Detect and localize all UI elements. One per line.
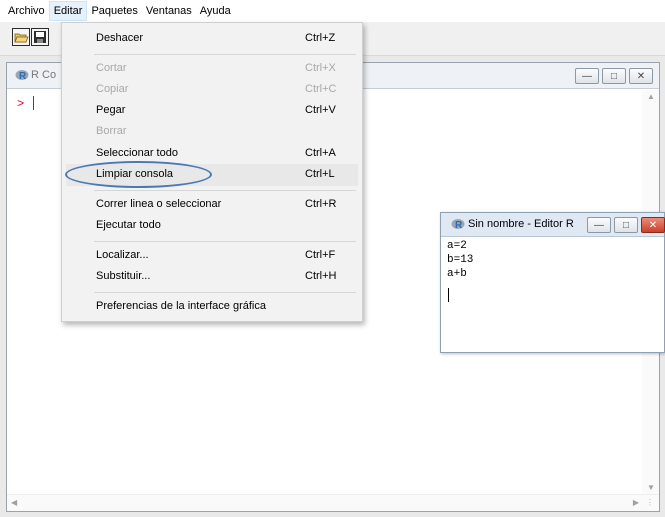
menu-item-ejecutar-todo[interactable]: Ejecutar todo [66,215,358,237]
menu-item-cortar[interactable]: Cortar Ctrl+X [66,58,358,80]
close-icon: ✕ [648,219,658,231]
console-prompt: > [17,97,25,111]
save-disk-icon [34,31,46,43]
code-line: b=13 [447,254,474,266]
menu-separator [94,190,356,191]
menu-separator [94,54,356,55]
minimize-button[interactable]: — [587,217,611,233]
menu-ayuda[interactable]: Ayuda [196,1,235,21]
close-icon: ✕ [636,70,646,82]
close-button[interactable]: ✕ [641,217,665,233]
menu-item-deshacer[interactable]: Deshacer Ctrl+Z [66,28,358,50]
console-title: R Co [31,69,57,81]
open-folder-icon [14,33,29,43]
resize-grip-icon[interactable]: ⋮ [646,498,656,508]
maximize-icon: □ [622,219,630,231]
highlight-ellipse [65,161,212,188]
code-line: a+b [447,268,467,280]
editor-caret [448,288,449,302]
console-window-controls: — □ ✕ [575,68,653,84]
menu-item-borrar[interactable]: Borrar [66,121,358,143]
close-button[interactable]: ✕ [629,68,653,84]
scroll-down-arrow-icon[interactable]: ▼ [647,483,655,492]
menu-archivo[interactable]: Archivo [4,1,49,21]
scroll-right-arrow-icon[interactable]: ▶ [633,498,639,507]
code-line: a=2 [447,240,467,252]
svg-text:R: R [19,71,27,81]
svg-text:R: R [455,220,463,230]
horizontal-scrollbar[interactable]: ◀ ▶ ⋮ [7,494,659,511]
menu-item-copiar[interactable]: Copiar Ctrl+C [66,79,358,101]
r-logo-icon: R [451,219,465,230]
minimize-icon: — [594,219,604,231]
maximize-button[interactable]: □ [614,217,638,233]
menu-editar[interactable]: Editar [48,1,88,21]
editor-title: Sin nombre - Editor R [468,218,574,230]
r-logo-icon: R [15,70,29,81]
minimize-icon: — [582,70,592,82]
menu-item-localizar[interactable]: Localizar... Ctrl+F [66,245,358,267]
open-script-button[interactable] [12,28,30,46]
menu-ventanas[interactable]: Ventanas [142,1,196,21]
menu-item-preferencias[interactable]: Preferencias de la interface gráfica [66,296,358,318]
minimize-button[interactable]: — [575,68,599,84]
r-editor-window[interactable]: R Sin nombre - Editor R — □ ✕ a=2 b=13 a… [440,212,665,353]
editor-code-area[interactable]: a=2 b=13 a+b [447,239,473,281]
save-button[interactable] [31,28,49,46]
maximize-icon: □ [610,70,618,82]
menu-item-correr-linea[interactable]: Correr linea o seleccionar Ctrl+R [66,194,358,216]
editor-titlebar[interactable]: R Sin nombre - Editor R — □ ✕ [441,213,665,237]
menu-separator [94,292,356,293]
menu-separator [94,241,356,242]
menu-item-substituir[interactable]: Substituir... Ctrl+H [66,266,358,288]
menubar: Archivo Editar Paquetes Ventanas Ayuda [0,0,665,22]
scroll-up-arrow-icon[interactable]: ▲ [647,92,655,101]
scroll-left-arrow-icon[interactable]: ◀ [11,498,17,507]
maximize-button[interactable]: □ [602,68,626,84]
editar-dropdown-menu: Deshacer Ctrl+Z Cortar Ctrl+X Copiar Ctr… [61,22,363,322]
editor-window-controls: — □ ✕ [587,217,665,233]
menu-item-pegar[interactable]: Pegar Ctrl+V [66,100,358,122]
menu-paquetes[interactable]: Paquetes [87,1,141,21]
console-caret [33,96,34,110]
